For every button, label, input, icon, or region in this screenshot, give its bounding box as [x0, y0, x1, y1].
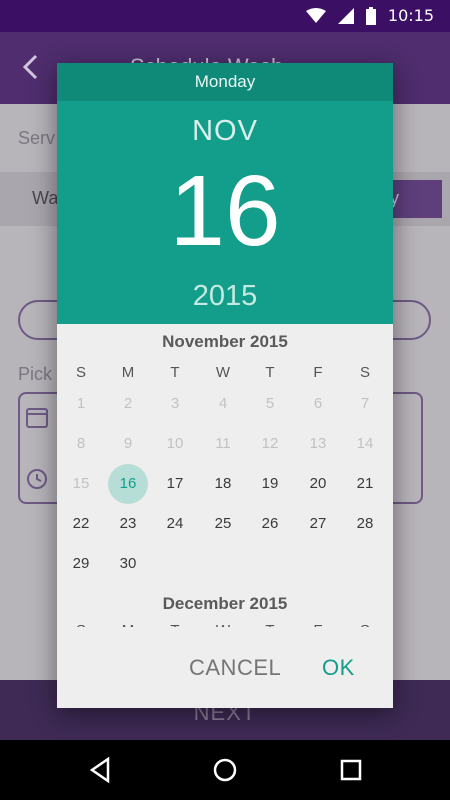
calendar-day[interactable]: 25 — [199, 504, 247, 544]
weekday-label: S — [75, 364, 86, 381]
calendar-day-number: 23 — [119, 515, 137, 532]
calendar-day[interactable]: 26 — [246, 504, 294, 544]
weekday-label: T — [170, 364, 180, 381]
calendar-day-number: 12 — [261, 435, 279, 452]
calendar-day[interactable]: 19 — [246, 464, 294, 504]
wifi-icon — [305, 7, 326, 23]
calendar-day: 7 — [341, 384, 389, 424]
calendar-day-number: 24 — [166, 515, 184, 532]
status-icons: 10:15 — [305, 6, 434, 25]
calendar-day: 14 — [341, 424, 389, 464]
pick-label: Pick — [18, 364, 53, 384]
selected-month[interactable]: NOV — [57, 115, 393, 148]
calendar-day: 9 — [104, 424, 152, 464]
calendar-day: 12 — [246, 424, 294, 464]
calendar-day: 3 — [151, 384, 199, 424]
calendar-day-number: 4 — [218, 395, 228, 412]
signal-icon — [337, 7, 354, 24]
calendar-day: 8 — [57, 424, 105, 464]
weekday-label: S — [359, 364, 370, 381]
calendar-day-number: 21 — [356, 475, 374, 492]
cancel-button[interactable]: CANCEL — [189, 655, 281, 681]
calendar-day-number: 1 — [76, 395, 86, 412]
weekday-label: F — [313, 364, 323, 381]
calendar-day-number: 18 — [214, 475, 232, 492]
calendar-day[interactable]: 24 — [151, 504, 199, 544]
calendar-day[interactable]: 23 — [104, 504, 152, 544]
calendar-day[interactable]: 18 — [199, 464, 247, 504]
calendar-day-number: 22 — [72, 515, 90, 532]
calendar-day: 11 — [199, 424, 247, 464]
date-picker-header: Monday NOV 16 2015 — [57, 63, 393, 324]
date-picker-dialog: Monday NOV 16 2015 November 2015 S M T W… — [57, 63, 393, 708]
service-option-text[interactable]: Wa — [32, 188, 58, 209]
calendar-month-title: November 2015 — [162, 332, 288, 351]
calendar-day-number: 6 — [313, 395, 323, 412]
calendar-day: 10 — [151, 424, 199, 464]
weekday-label: M — [121, 364, 135, 381]
status-bar: 10:15 — [0, 0, 450, 32]
calendar-day[interactable]: 22 — [57, 504, 105, 544]
calendar-day[interactable]: 21 — [341, 464, 389, 504]
calendar-day-number: 19 — [261, 475, 279, 492]
calendar-day[interactable]: 20 — [294, 464, 342, 504]
nav-recents-icon[interactable] — [337, 756, 365, 784]
calendar-day[interactable]: 28 — [341, 504, 389, 544]
calendar-day-number: 16 — [119, 475, 137, 492]
calendar-day-number: 11 — [215, 435, 231, 452]
calendar-day[interactable]: 17 — [151, 464, 199, 504]
selected-year[interactable]: 2015 — [57, 280, 393, 313]
calendar-day: 5 — [246, 384, 294, 424]
calendar-day-number: 26 — [261, 515, 279, 532]
calendar-day: 4 — [199, 384, 247, 424]
weekday-header: S M T W T F S — [57, 364, 393, 384]
dialog-actions: CANCEL OK — [57, 627, 393, 708]
calendar-day: 2 — [104, 384, 152, 424]
selected-calendar-day[interactable]: 16 — [104, 464, 152, 504]
ok-button[interactable]: OK — [322, 655, 355, 681]
calendar-day-number: 20 — [309, 475, 327, 492]
calendar-day-number: 30 — [119, 555, 137, 572]
calendar-day-number: 25 — [214, 515, 232, 532]
calendar-day-number: 2 — [123, 395, 133, 412]
calendar-grid: 1 2 3 4 5 6 7 8 9 10 11 12 13 14 15 16 17 18 19 20 21 22 23 24 2… — [57, 384, 393, 584]
calendar-day: 15 — [57, 464, 105, 504]
calendar-icon — [26, 408, 48, 428]
calendar-day-number: 9 — [123, 435, 133, 452]
weekday-label: W — [215, 364, 231, 381]
calendar-day-number: 3 — [170, 395, 180, 412]
calendar-day-number: 13 — [309, 435, 327, 452]
calendar-day-number: 29 — [72, 555, 90, 572]
calendar-day[interactable]: 29 — [57, 544, 105, 584]
calendar-day-number: 15 — [72, 475, 90, 492]
nav-home-icon[interactable] — [211, 756, 239, 784]
calendar-day-number: 14 — [356, 435, 374, 452]
selected-day-name: Monday — [57, 63, 393, 101]
weekday-label: T — [265, 364, 275, 381]
back-arrow-icon[interactable] — [16, 52, 46, 82]
calendar-day: 6 — [294, 384, 342, 424]
navigation-bar — [0, 740, 450, 800]
calendar-day-number: 27 — [309, 515, 327, 532]
calendar-day-number: 28 — [356, 515, 374, 532]
calendar-day-number: 10 — [166, 435, 184, 452]
nav-back-icon[interactable] — [86, 756, 114, 784]
calendar-day-number: 8 — [76, 435, 86, 452]
calendar-scroll-area[interactable]: November 2015 S M T W T F S 1 2 3 4 5 6 7 8 9 10 1… — [57, 324, 393, 627]
calendar-day-number: 5 — [265, 395, 275, 412]
status-time: 10:15 — [387, 6, 434, 25]
calendar-day: 1 — [57, 384, 105, 424]
clock-icon — [27, 469, 47, 489]
battery-icon — [365, 6, 376, 25]
service-label: Serv — [18, 128, 56, 148]
next-month-title: December 2015 — [162, 594, 288, 613]
calendar-day[interactable]: 30 — [104, 544, 152, 584]
calendar-day-number: 7 — [360, 395, 370, 412]
calendar-day-number: 17 — [166, 475, 184, 492]
selected-date[interactable]: 16 — [57, 161, 393, 261]
calendar-day[interactable]: 27 — [294, 504, 342, 544]
calendar-day: 13 — [294, 424, 342, 464]
